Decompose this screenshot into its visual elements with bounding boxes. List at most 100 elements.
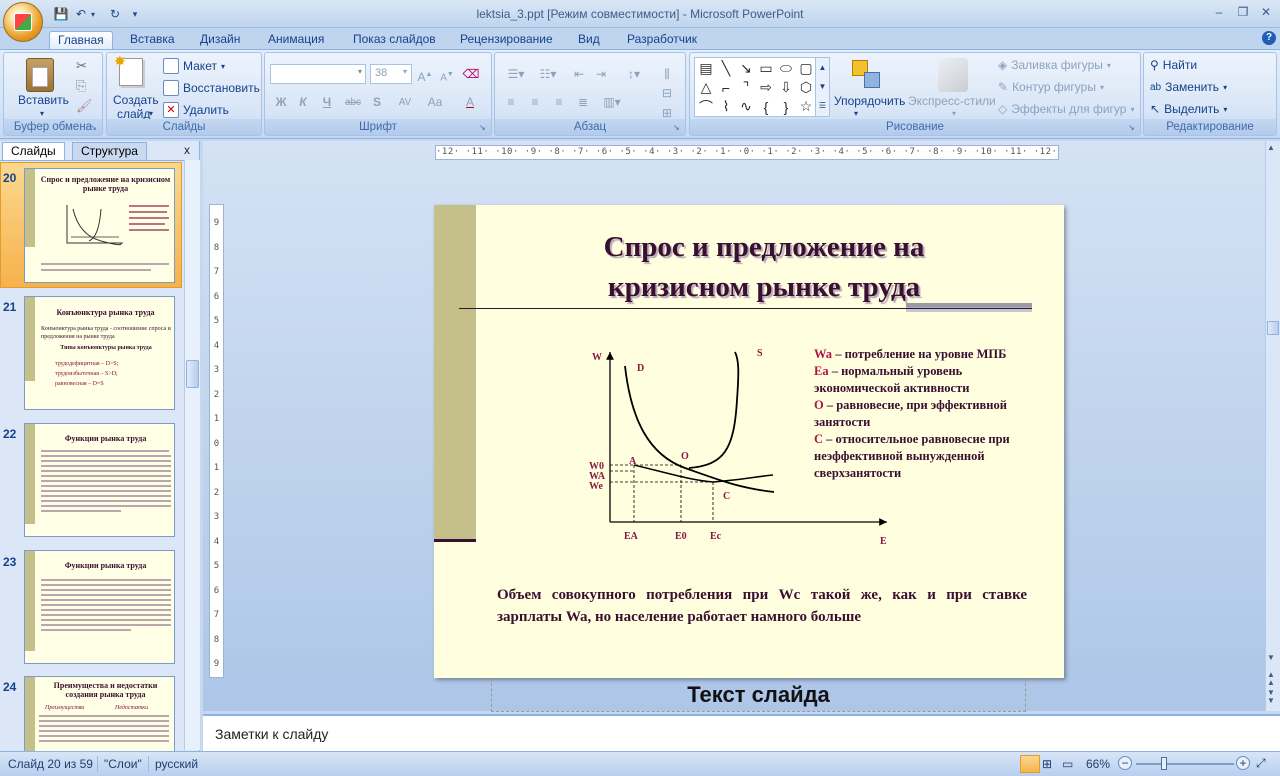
find-button[interactable]: ⚲ Найти	[1150, 58, 1197, 72]
curve-shape-icon[interactable]: ⌒	[697, 98, 715, 115]
zoom-slider[interactable]	[1136, 763, 1234, 765]
slideshow-view-icon[interactable]: ▭	[1062, 757, 1073, 771]
tab-animation[interactable]: Анимация	[260, 31, 332, 50]
triangle-shape-icon[interactable]: △	[697, 79, 715, 96]
arrange-icon[interactable]	[850, 58, 884, 92]
tab-developer[interactable]: Разработчик	[619, 31, 705, 50]
shape-fill-button[interactable]: ◈ Заливка фигуры ▾	[998, 58, 1111, 72]
slide-thumbnail-21[interactable]: Конъюнктура рынка труда Конъюнктура рынк…	[24, 296, 175, 410]
grow-font-icon[interactable]: A▲	[415, 64, 435, 84]
slide-thumbnail-22[interactable]: Функции рынка труда	[24, 423, 175, 537]
shapes-gallery[interactable]: ▤ ╲ ↘ ▭ ⬭ ▢ △ ⌐ ⌝ ⇨ ⇩ ⬡ ⌒ ⌇ ∿ { } ☆ ▲ ▼ ☰	[694, 57, 830, 117]
shapes-gallery-scroll[interactable]: ▲ ▼ ☰	[815, 58, 829, 116]
decrease-indent-icon[interactable]: ⇤	[569, 64, 589, 84]
normal-view-icon[interactable]	[1020, 755, 1040, 773]
font-expand-icon[interactable]: ↘	[479, 123, 489, 133]
char-spacing-button[interactable]: AV	[391, 92, 419, 112]
textbox-shape-icon[interactable]: ▤	[697, 60, 715, 77]
font-color-button[interactable]: A	[457, 92, 483, 112]
scroll-up-icon[interactable]: ▲	[1267, 143, 1275, 152]
left-brace-shape-icon[interactable]: {	[757, 98, 775, 115]
line-shape-icon[interactable]: ╲	[717, 60, 735, 77]
text-direction-icon[interactable]: ⫼	[653, 64, 681, 84]
delete-slide-button[interactable]: ✕ Удалить	[163, 102, 229, 118]
next-slide-icon[interactable]: ▼ ▼	[1267, 689, 1275, 705]
slide-canvas[interactable]: Спрос и предложение на кризисном рынке т…	[434, 205, 1064, 678]
replace-button[interactable]: ab Заменить ▾	[1150, 80, 1227, 94]
oval-shape-icon[interactable]: ⬭	[777, 60, 795, 77]
reset-button[interactable]: Восстановить	[163, 80, 260, 96]
slide-body-text[interactable]: Объем совокупного потребления при Wc так…	[497, 584, 1027, 628]
italic-button[interactable]: К	[293, 92, 313, 112]
theme-name[interactable]: "Слои"	[97, 756, 142, 772]
elbow-shape-icon[interactable]: ⌐	[717, 79, 735, 96]
layout-button[interactable]: Макет ▾	[163, 58, 225, 74]
font-name-combo[interactable]: ▾	[270, 64, 366, 84]
clipboard-expand-icon[interactable]: ↘	[90, 123, 100, 133]
star-shape-icon[interactable]: ☆	[797, 98, 815, 115]
columns-icon[interactable]: ▥▾	[597, 92, 627, 112]
strikethrough-button[interactable]: abc	[341, 92, 365, 112]
drawing-expand-icon[interactable]: ↘	[1128, 123, 1138, 133]
notes-pane[interactable]: Заметки к слайду	[203, 714, 1280, 751]
shadow-button[interactable]: S	[367, 92, 387, 112]
clear-format-icon[interactable]: ⌫	[461, 64, 481, 84]
scribble-shape-icon[interactable]: ∿	[737, 98, 755, 115]
tab-outline[interactable]: Структура	[72, 142, 147, 160]
arrange-dropdown-icon[interactable]: ▾	[854, 109, 858, 118]
shrink-font-icon[interactable]: A▼	[437, 64, 457, 84]
change-case-button[interactable]: Aa	[421, 92, 449, 112]
copy-icon[interactable]: ⎘	[76, 78, 86, 94]
zoom-in-icon[interactable]: +	[1236, 756, 1250, 770]
cut-icon[interactable]: ✂	[76, 58, 87, 74]
select-button[interactable]: ↖ Выделить ▾	[1150, 102, 1227, 116]
justify-icon[interactable]: ≣	[573, 92, 593, 112]
zoom-out-icon[interactable]: −	[1118, 756, 1132, 770]
align-left-icon[interactable]: ≡	[501, 92, 521, 112]
bold-button[interactable]: Ж	[271, 92, 291, 112]
line-spacing-icon[interactable]: ↕▾	[619, 64, 649, 84]
tab-view[interactable]: Вид	[570, 31, 608, 50]
zoom-level[interactable]: 66%	[1086, 756, 1110, 772]
right-brace-shape-icon[interactable]: }	[777, 98, 795, 115]
thumbnails-scroll-thumb[interactable]	[186, 360, 199, 388]
paragraph-expand-icon[interactable]: ↘	[673, 123, 683, 133]
arrange-button[interactable]: Упорядочить	[834, 94, 905, 108]
paste-dropdown-icon[interactable]: ▾	[40, 109, 44, 118]
hexagon-shape-icon[interactable]: ⬡	[797, 79, 815, 96]
close-panel-icon[interactable]: x	[184, 143, 190, 157]
slide-sorter-icon[interactable]: ⊞	[1042, 757, 1052, 771]
notes-placeholder[interactable]: Заметки к слайду	[215, 726, 328, 742]
tab-design[interactable]: Дизайн	[192, 31, 248, 50]
slide-text-placeholder[interactable]: Текст слайда	[491, 678, 1026, 712]
quick-styles-icon[interactable]	[938, 58, 968, 92]
new-slide-icon[interactable]: ✸	[114, 53, 143, 86]
tab-insert[interactable]: Вставка	[122, 31, 183, 50]
underline-button[interactable]: Ч	[317, 92, 337, 112]
slide-title[interactable]: Спрос и предложение на кризисном рынке т…	[494, 227, 1034, 307]
arrow-shape-icon[interactable]: ↘	[737, 60, 755, 77]
scroll-down-icon[interactable]: ▼	[1267, 653, 1275, 662]
tab-review[interactable]: Рецензирование	[452, 31, 561, 50]
restore-icon[interactable]: ❐	[1233, 4, 1253, 20]
tab-slideshow[interactable]: Показ слайдов	[345, 31, 444, 50]
connector-shape-icon[interactable]: ⌝	[737, 79, 755, 96]
previous-slide-icon[interactable]: ▲ ▲	[1267, 671, 1275, 687]
zoom-slider-thumb[interactable]	[1161, 757, 1167, 770]
freeform-shape-icon[interactable]: ⌇	[717, 98, 735, 115]
align-right-icon[interactable]: ≡	[549, 92, 569, 112]
right-arrow-shape-icon[interactable]: ⇨	[757, 79, 775, 96]
thumbnails-scrollbar[interactable]	[184, 160, 200, 750]
office-button[interactable]	[3, 2, 43, 42]
slide-thumbnail-24[interactable]: Преимущества и недостатки создания рынка…	[24, 676, 175, 751]
new-slide-dropdown-icon[interactable]: ▾	[149, 109, 153, 118]
tab-slides[interactable]: Слайды	[2, 142, 65, 160]
align-text-icon[interactable]: ⊟	[653, 83, 681, 103]
minimize-icon[interactable]: –	[1209, 4, 1229, 20]
paste-icon[interactable]	[26, 58, 54, 92]
increase-indent-icon[interactable]: ⇥	[591, 64, 611, 84]
tab-home[interactable]: Главная	[49, 31, 113, 50]
font-name-dropdown-icon[interactable]: ▾	[358, 67, 362, 76]
rounded-rect-shape-icon[interactable]: ▢	[797, 60, 815, 77]
fit-to-window-icon[interactable]: ⤢	[1256, 756, 1266, 771]
